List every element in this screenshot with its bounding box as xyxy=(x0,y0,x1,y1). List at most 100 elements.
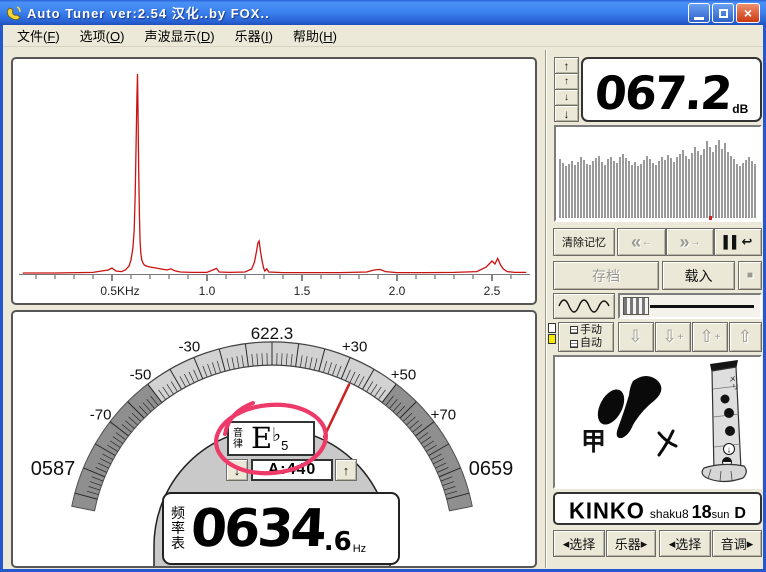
svg-text:2.0: 2.0 xyxy=(389,284,406,298)
down-arrow-bold-icon: ↓ xyxy=(563,106,570,121)
shift-down-plus-button[interactable]: ⇩ + xyxy=(655,322,691,352)
app-window: Auto Tuner ver:2.54 汉化..by FOX.. × 文件(F)… xyxy=(0,0,766,572)
rewind-icon: « xyxy=(630,231,641,252)
spectrum-panel: 0.5KHz 1.0 1.5 2.0 2.5 xyxy=(11,57,537,305)
select-pitch-next-button[interactable]: 音调 ▸ xyxy=(712,530,762,557)
svg-text:+50: +50 xyxy=(391,367,416,384)
up-arrow-icon: ↑ xyxy=(564,76,569,87)
auto-mode-icon xyxy=(570,339,578,348)
fat-up-arrow-icon: ⇧ xyxy=(737,327,753,346)
db-up-fine-button[interactable]: ↑ xyxy=(554,73,579,90)
flute-drawing: メ リ ↓ xyxy=(701,360,747,483)
manual-indicator xyxy=(548,323,556,333)
phone-icon xyxy=(6,5,21,20)
a440-up-button[interactable]: ↑ xyxy=(335,459,357,481)
svg-text:622.3: 622.3 xyxy=(251,324,294,343)
menu-instrument[interactable]: 乐器(I) xyxy=(225,23,283,48)
level-marker xyxy=(709,216,712,220)
svg-text:+70: +70 xyxy=(431,407,456,424)
frequency-decimal: .6 xyxy=(323,527,352,557)
db-down-fine-button[interactable]: ↓ xyxy=(554,89,579,106)
load-button[interactable]: 载入 xyxy=(662,261,735,290)
window-title: Auto Tuner ver:2.54 汉化..by FOX.. xyxy=(27,6,270,21)
svg-text:2.5: 2.5 xyxy=(484,284,501,298)
shift-up-plus-button[interactable]: ⇧ + xyxy=(692,322,728,352)
right-triangle-icon: ▸ xyxy=(640,535,648,551)
model-size-unit: sun xyxy=(711,509,730,521)
shift-up-button[interactable]: ⇧ xyxy=(729,322,762,352)
svg-text:0659: 0659 xyxy=(469,458,514,480)
svg-text:1.5: 1.5 xyxy=(294,284,311,298)
brush-mark xyxy=(657,429,678,457)
fat-down-arrow-icon: ⇩ xyxy=(628,327,643,346)
title-bar: Auto Tuner ver:2.54 汉化..by FOX.. × xyxy=(0,0,766,25)
shakuhachi-notation-image: 甲 メ リ ↓ xyxy=(581,360,747,483)
forward-icon: » xyxy=(679,231,690,252)
db-display: 067.2 dB xyxy=(581,57,762,122)
close-icon: × xyxy=(743,5,753,21)
up-arrow-icon: ↑ xyxy=(342,462,350,478)
menu-file[interactable]: 文件(F) xyxy=(7,23,70,48)
right-triangle-icon: ▸ xyxy=(746,535,754,551)
forward-button[interactable]: » → xyxy=(666,228,714,256)
shift-down-button[interactable]: ⇩ xyxy=(618,322,654,352)
menu-bar: 文件(F) 选项(O) 声波显示(D) 乐器(I) 帮助(H) xyxy=(3,25,763,47)
menu-waveform-display[interactable]: 声波显示(D) xyxy=(134,23,224,48)
clear-memory-button[interactable]: 清除记忆 xyxy=(553,228,615,256)
svg-text:-30: -30 xyxy=(178,338,200,355)
db-up-coarse-button[interactable]: ↑ xyxy=(554,57,579,74)
select-pitch-prev-button[interactable]: ◂ 选择 xyxy=(659,530,711,557)
rewind-button[interactable]: «← xyxy=(617,228,666,256)
fat-down-arrow-icon: ⇩ xyxy=(662,327,677,346)
frequency-value: 0634 xyxy=(189,498,326,559)
up-arrow-bold-icon: ↑ xyxy=(563,58,570,73)
brush-stroke-curve xyxy=(616,376,662,439)
stop-icon: ■ xyxy=(746,270,754,281)
frequency-unit: Hz xyxy=(352,543,367,555)
mode-toggle-button[interactable]: 手动 自动 xyxy=(558,322,614,352)
stop-button[interactable]: ■ xyxy=(738,261,762,290)
frequency-display-title: 频率表 xyxy=(171,505,185,551)
volume-slider[interactable] xyxy=(618,293,762,319)
save-button[interactable]: 存档 xyxy=(553,261,659,290)
slider-thumb[interactable] xyxy=(623,297,649,315)
select-instrument-next-button[interactable]: 乐器 ▸ xyxy=(606,530,656,557)
note-value: E♭5 xyxy=(251,421,289,455)
maximize-icon xyxy=(718,8,728,18)
slider-track[interactable] xyxy=(650,305,754,308)
level-bars xyxy=(556,127,760,220)
select-instrument-prev-button[interactable]: ◂ 选择 xyxy=(553,530,605,557)
pause-icon: ▌▌ xyxy=(723,235,741,249)
svg-text:0.5KHz: 0.5KHz xyxy=(100,284,139,298)
a440-down-button[interactable]: ↓ xyxy=(226,459,248,481)
minimize-button[interactable] xyxy=(688,3,710,23)
db-unit: dB xyxy=(732,102,749,116)
svg-text:-70: -70 xyxy=(90,407,112,424)
close-button[interactable]: × xyxy=(736,3,760,23)
maximize-button[interactable] xyxy=(712,3,734,23)
spectrum-plot: 0.5KHz 1.0 1.5 2.0 2.5 xyxy=(19,73,530,298)
window-border-left xyxy=(0,25,3,572)
meri-text-1: メ xyxy=(729,376,736,383)
level-meter xyxy=(554,125,762,222)
a440-display: A:440 xyxy=(251,459,333,481)
svg-text:-50: -50 xyxy=(130,367,152,384)
svg-text:0587: 0587 xyxy=(31,458,76,480)
note-prefix-label: 音律 xyxy=(233,427,243,450)
sine-wave-icon xyxy=(558,299,610,313)
db-down-coarse-button[interactable]: ↓ xyxy=(554,105,579,122)
auto-indicator xyxy=(548,334,556,344)
model-size: 18 xyxy=(691,502,712,522)
sine-wave-button[interactable] xyxy=(553,293,615,319)
meri-text-2: リ xyxy=(732,384,739,391)
notation-image-panel: 甲 メ リ ↓ xyxy=(553,355,762,489)
menu-help[interactable]: 帮助(H) xyxy=(283,23,347,48)
menu-options[interactable]: 选项(O) xyxy=(70,23,135,48)
return-arrow-icon: ↩ xyxy=(741,234,753,249)
note-display: 音律 E♭5 xyxy=(227,421,315,456)
instrument-model-display: KINKO shaku8 18 sun D xyxy=(553,492,762,525)
pause-button[interactable]: ▌▌ ↩ xyxy=(714,228,762,256)
svg-text:1.0: 1.0 xyxy=(199,284,216,298)
svg-text:+30: +30 xyxy=(342,338,367,355)
manual-mode-icon xyxy=(570,326,578,335)
